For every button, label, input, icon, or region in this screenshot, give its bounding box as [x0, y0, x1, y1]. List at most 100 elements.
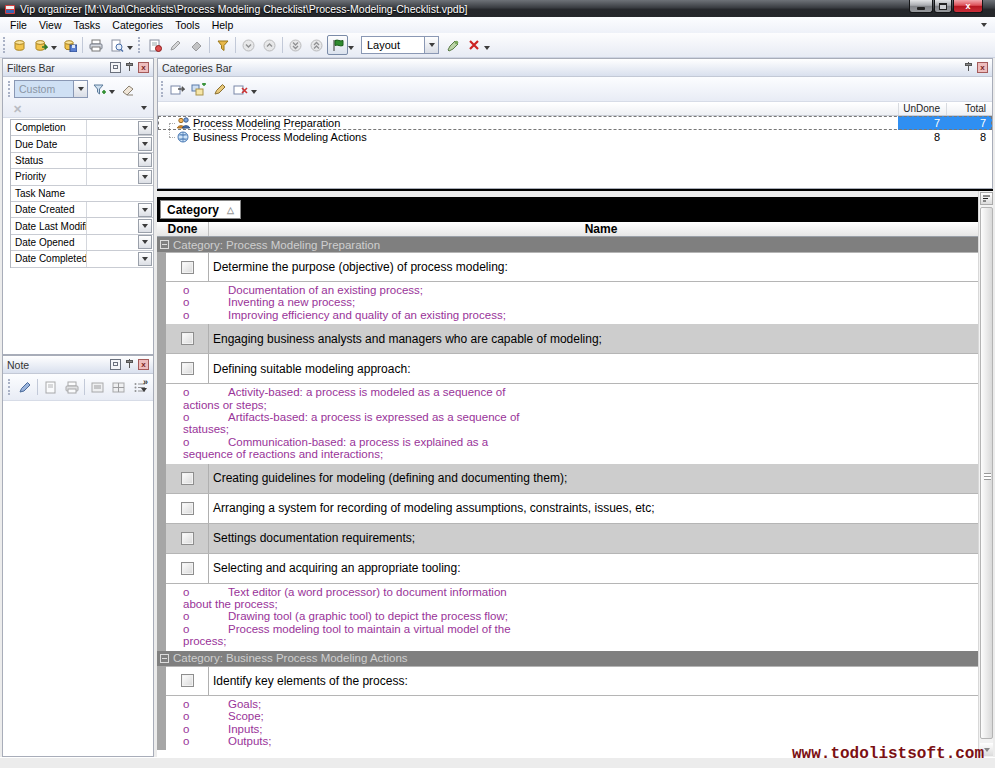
- task-row[interactable]: Identify key elements of the process:: [166, 666, 993, 696]
- delete-task-button[interactable]: [186, 35, 207, 55]
- pin-panel-icon[interactable]: [124, 62, 135, 73]
- task-row[interactable]: Determine the purpose (objective) of pro…: [166, 252, 993, 282]
- edit-task-button[interactable]: [165, 35, 186, 55]
- close-panel-icon[interactable]: x: [977, 62, 988, 73]
- scrollbar-top-button[interactable]: [980, 192, 993, 205]
- layout-dropdown-icon[interactable]: [424, 37, 438, 53]
- print-dropdown-icon[interactable]: [127, 46, 133, 50]
- print-note-button[interactable]: [61, 377, 82, 397]
- menu-tasks[interactable]: Tasks: [68, 19, 107, 31]
- group-by-category-tab[interactable]: Category △: [160, 200, 241, 219]
- task-row[interactable]: Creating guidelines for modeling (defini…: [166, 464, 993, 494]
- done-column-header[interactable]: Done: [157, 222, 209, 236]
- note-toolbar-dropdown-icon[interactable]: [141, 388, 147, 392]
- task-checkbox[interactable]: [181, 472, 194, 485]
- filter-row[interactable]: Date Created: [11, 202, 153, 218]
- save-database-button[interactable]: [59, 35, 80, 55]
- filter-dropdown-icon[interactable]: [138, 235, 152, 249]
- filter-preset-combobox[interactable]: Custom: [14, 80, 88, 98]
- name-column-header[interactable]: Name: [209, 222, 993, 236]
- menu-view[interactable]: View: [33, 19, 68, 31]
- task-row[interactable]: Engaging business analysts and managers …: [166, 324, 993, 354]
- category-group-row[interactable]: Category: Business Process Modeling Acti…: [157, 651, 993, 666]
- filter-dropdown-icon[interactable]: [138, 219, 152, 233]
- move-up-button[interactable]: [259, 35, 280, 55]
- delete-category-button[interactable]: [230, 79, 251, 99]
- new-note-button[interactable]: [40, 377, 61, 397]
- task-row[interactable]: Selecting and acquiring an appropriate t…: [166, 554, 993, 584]
- note-body[interactable]: [3, 402, 153, 756]
- menu-overflow-icon[interactable]: [981, 23, 987, 27]
- category-row[interactable]: Business Process Modeling Actions88: [158, 130, 992, 144]
- total-column-header[interactable]: Total: [946, 103, 992, 115]
- category-name-cell[interactable]: Process Modeling Preparation: [158, 116, 898, 130]
- category-name-cell[interactable]: Business Process Modeling Actions: [158, 130, 898, 144]
- task-checkbox[interactable]: [181, 362, 194, 375]
- add-filter-dropdown-icon[interactable]: [109, 90, 115, 94]
- new-task-button[interactable]: [144, 35, 165, 55]
- insert-table-button[interactable]: [108, 377, 129, 397]
- menu-categories[interactable]: Categories: [106, 19, 169, 31]
- close-layout-button[interactable]: [463, 35, 484, 55]
- filter-preset-dropdown-icon[interactable]: [73, 81, 87, 97]
- collapse-icon[interactable]: [160, 240, 169, 249]
- new-category-button[interactable]: [167, 79, 188, 99]
- filter-row[interactable]: Completion: [11, 120, 153, 136]
- filter-row[interactable]: Priority: [11, 169, 153, 185]
- task-checkbox[interactable]: [181, 532, 194, 545]
- filters-toolbar-overflow-icon[interactable]: [141, 106, 147, 110]
- category-group-row[interactable]: Category: Process Modeling Preparation: [157, 237, 993, 252]
- menu-help[interactable]: Help: [206, 19, 240, 31]
- toolbar-overflow-icon[interactable]: [484, 46, 490, 50]
- close-button[interactable]: x: [953, 0, 983, 13]
- delete-filter-button[interactable]: ✕: [13, 103, 22, 116]
- customize-layout-button[interactable]: [442, 35, 463, 55]
- task-checkbox[interactable]: [181, 502, 194, 515]
- task-checkbox[interactable]: [181, 562, 194, 575]
- new-subcategory-button[interactable]: [188, 79, 209, 99]
- filter-dropdown-icon[interactable]: [138, 252, 152, 266]
- pin-panel-icon[interactable]: [124, 359, 135, 370]
- task-checkbox[interactable]: [181, 332, 194, 345]
- close-panel-icon[interactable]: x: [138, 62, 149, 73]
- menu-tools[interactable]: Tools: [169, 19, 206, 31]
- task-row[interactable]: Arranging a system for recording of mode…: [166, 494, 993, 524]
- move-down-button[interactable]: [238, 35, 259, 55]
- minimize-button[interactable]: [909, 0, 933, 13]
- print-preview-button[interactable]: [106, 35, 127, 55]
- edit-category-button[interactable]: [209, 79, 230, 99]
- clear-filter-button[interactable]: [117, 79, 138, 99]
- close-panel-icon[interactable]: x: [138, 359, 149, 370]
- undone-column-header[interactable]: UnDone: [898, 103, 946, 115]
- float-panel-icon[interactable]: [110, 62, 121, 73]
- collapse-icon[interactable]: [160, 654, 169, 663]
- move-top-button[interactable]: [306, 35, 327, 55]
- move-bottom-button[interactable]: [285, 35, 306, 55]
- insert-field-button[interactable]: [87, 377, 108, 397]
- maximize-button[interactable]: [934, 0, 952, 13]
- print-button[interactable]: [85, 35, 106, 55]
- filter-row[interactable]: Task Name: [11, 186, 153, 202]
- menu-file[interactable]: File: [4, 19, 33, 31]
- open-dropdown-icon[interactable]: [51, 46, 57, 50]
- filter-row[interactable]: Due Date: [11, 136, 153, 152]
- float-panel-icon[interactable]: [110, 359, 121, 370]
- filter-dropdown-icon[interactable]: [138, 170, 152, 184]
- new-database-button[interactable]: [9, 35, 30, 55]
- filter-row[interactable]: Status: [11, 153, 153, 169]
- edit-note-button[interactable]: [14, 377, 35, 397]
- filter-button[interactable]: [212, 35, 233, 55]
- filter-row[interactable]: Date Opened: [11, 235, 153, 251]
- pin-panel-icon[interactable]: [963, 62, 974, 73]
- filter-row[interactable]: Date Completed: [11, 251, 153, 267]
- filter-dropdown-icon[interactable]: [138, 203, 152, 217]
- filter-dropdown-icon[interactable]: [138, 137, 152, 151]
- filter-row[interactable]: Date Last Modifie: [11, 218, 153, 234]
- scrollbar-thumb[interactable]: [980, 207, 993, 739]
- vertical-scrollbar[interactable]: [978, 191, 993, 757]
- filter-dropdown-icon[interactable]: [138, 121, 152, 135]
- task-row[interactable]: Defining suitable modeling approach:: [166, 354, 993, 384]
- view-mode-dropdown-icon[interactable]: [348, 46, 354, 50]
- splitter-line[interactable]: [157, 189, 993, 191]
- view-mode-button[interactable]: [327, 35, 348, 55]
